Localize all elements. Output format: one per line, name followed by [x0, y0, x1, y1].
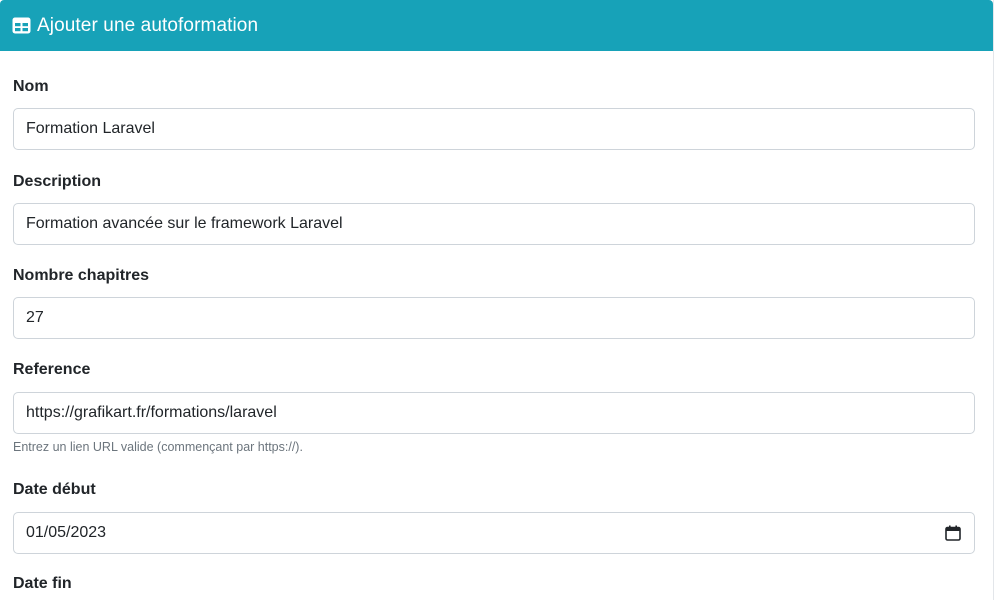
autoformation-card: Ajouter une autoformation Nom Formation …	[0, 0, 994, 600]
card-header: Ajouter une autoformation	[0, 0, 993, 51]
nom-input[interactable]: Formation Laravel	[13, 108, 975, 150]
nombre-chapitres-input[interactable]: 27	[13, 297, 975, 339]
description-input[interactable]: Formation avancée sur le framework Larav…	[13, 203, 975, 245]
calendar-icon[interactable]	[945, 525, 961, 541]
nombre-chapitres-field: Nombre chapitres 27	[13, 266, 975, 339]
date-fin-field: Date fin	[13, 574, 975, 594]
reference-label: Reference	[13, 361, 91, 378]
reference-input[interactable]: https://grafikart.fr/formations/laravel	[13, 392, 975, 434]
date-debut-label: Date début	[13, 481, 96, 498]
nombre-chapitres-label: Nombre chapitres	[13, 267, 150, 284]
table-icon	[12, 17, 31, 34]
date-debut-input[interactable]: 01/05/2023	[13, 512, 975, 554]
nom-label: Nom	[13, 78, 49, 95]
description-field: Description Formation avancée sur le fra…	[13, 172, 975, 245]
reference-field: Reference https://grafikart.fr/formation…	[13, 360, 975, 454]
nom-field: Nom Formation Laravel	[13, 77, 975, 150]
description-label: Description	[13, 173, 102, 190]
date-debut-field: Date début 01/05/2023	[13, 480, 975, 554]
date-fin-label: Date fin	[13, 575, 72, 592]
page-title: Ajouter une autoformation	[37, 14, 259, 36]
reference-help-text: Entrez un lien URL valide (commençant pa…	[13, 440, 303, 454]
